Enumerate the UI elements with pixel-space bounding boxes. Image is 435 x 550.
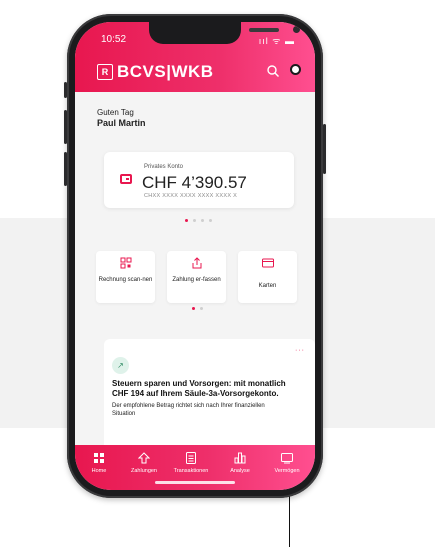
qr-scan-icon bbox=[120, 257, 131, 269]
carousel-dot[interactable] bbox=[185, 219, 188, 222]
status-time: 10:52 bbox=[101, 34, 127, 45]
logo-mark: R bbox=[97, 64, 113, 80]
payments-icon bbox=[138, 452, 150, 464]
card-icon bbox=[261, 258, 274, 268]
carousel-dot[interactable] bbox=[200, 307, 203, 310]
upload-icon bbox=[192, 257, 201, 269]
tab-label: Vermögen bbox=[274, 468, 300, 474]
carousel-dot[interactable] bbox=[201, 219, 204, 222]
analysis-icon bbox=[234, 452, 246, 464]
quick-action-label: Zahlung er-fassen bbox=[172, 277, 221, 283]
account-carousel-dots[interactable] bbox=[185, 219, 212, 222]
quick-action-new-payment[interactable]: Zahlung er-fassen bbox=[167, 251, 226, 303]
carousel-dot[interactable] bbox=[209, 219, 212, 222]
tab-transactions[interactable]: Transaktionen bbox=[171, 452, 211, 474]
search-icon[interactable] bbox=[266, 64, 280, 78]
quick-action-label: Rechnung scan-nen bbox=[98, 277, 153, 283]
status-indicators: ııl ᯤ ▬ bbox=[258, 36, 295, 46]
volume-up-button bbox=[64, 110, 67, 144]
power-button bbox=[323, 124, 326, 174]
camera bbox=[293, 26, 300, 33]
volume-down-button bbox=[64, 152, 67, 186]
mute-switch bbox=[64, 82, 67, 98]
promo-title: Steuern sparen und Vorsorgen: mit monatl… bbox=[112, 379, 286, 398]
app-header: 10:52 ııl ᯤ ▬ R BCVS|WKB bbox=[75, 22, 315, 92]
quick-action-cards[interactable]: Karten bbox=[238, 251, 297, 303]
tab-bar: Home Zahlungen Transaktionen Analyse Ver… bbox=[75, 445, 315, 490]
account-label: Privates Konto bbox=[144, 164, 184, 170]
promo-card[interactable]: ↗ ··· Steuern sparen und Vorsorgen: mit … bbox=[104, 339, 315, 459]
promo-text: Der empfohlene Betrag richtet sich nach … bbox=[112, 403, 265, 417]
greeting: Guten Tag Paul Martin bbox=[97, 107, 146, 129]
bank-logo: R BCVS|WKB bbox=[97, 62, 214, 82]
notch bbox=[149, 22, 300, 44]
tab-assets[interactable]: Vermögen bbox=[267, 452, 307, 474]
phone-screen: 10:52 ııl ᯤ ▬ R BCVS|WKB Guten Tag Paul … bbox=[75, 22, 315, 490]
home-indicator bbox=[155, 481, 235, 484]
carousel-dot[interactable] bbox=[192, 307, 195, 310]
phone-frame: 10:52 ııl ᯤ ▬ R BCVS|WKB Guten Tag Paul … bbox=[64, 14, 326, 498]
tab-home[interactable]: Home bbox=[79, 452, 119, 474]
account-card[interactable]: Privates Konto CHF 4’390.57 CHXX XXXX XX… bbox=[104, 152, 294, 208]
tab-analysis[interactable]: Analyse bbox=[220, 452, 260, 474]
account-icon[interactable] bbox=[290, 64, 301, 75]
tab-label: Analyse bbox=[230, 468, 250, 474]
user-name: Paul Martin bbox=[97, 118, 146, 128]
transactions-icon bbox=[186, 452, 196, 464]
account-iban: CHXX XXXX XXXX XXXX XXXX X bbox=[144, 193, 238, 199]
assets-icon bbox=[281, 453, 293, 464]
home-icon bbox=[94, 453, 104, 463]
growth-chart-icon: ↗ bbox=[112, 357, 129, 374]
tab-label: Zahlungen bbox=[131, 468, 157, 474]
logo-text: BCVS|WKB bbox=[117, 62, 214, 81]
speaker bbox=[249, 28, 279, 32]
tab-label: Transaktionen bbox=[173, 468, 209, 474]
greeting-line: Guten Tag bbox=[97, 108, 134, 117]
tab-payments[interactable]: Zahlungen bbox=[124, 452, 164, 474]
quick-actions-dots[interactable] bbox=[192, 307, 203, 310]
wallet-icon bbox=[120, 174, 132, 184]
more-options-icon[interactable]: ··· bbox=[295, 347, 305, 354]
account-balance: CHF 4’390.57 bbox=[142, 173, 247, 192]
carousel-dot[interactable] bbox=[193, 219, 196, 222]
tab-label: Home bbox=[91, 468, 107, 474]
quick-action-scan-bill[interactable]: Rechnung scan-nen bbox=[96, 251, 155, 303]
quick-action-label: Karten bbox=[258, 283, 277, 289]
